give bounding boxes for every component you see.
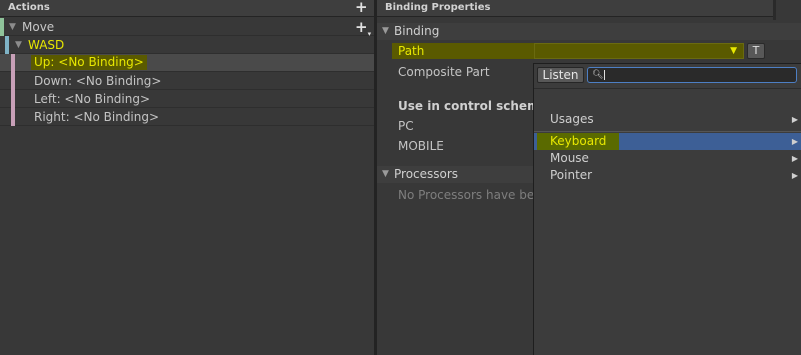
submenu-arrow-icon: ▶ — [791, 137, 798, 146]
actions-panel: Actions + ▼ Move +▾ ▼ WASD Up: <No Bindi… — [0, 0, 374, 355]
expand-triangle-icon[interactable]: ▼ — [15, 36, 22, 54]
binding-label: Down: <No Binding> — [34, 74, 162, 88]
binding-row-down[interactable]: Down: <No Binding> — [0, 72, 374, 90]
action-name: Move — [22, 20, 55, 34]
binding-row-right[interactable]: Right: <No Binding> — [0, 108, 374, 126]
path-label: Path — [398, 44, 425, 58]
scheme-mobile[interactable]: MOBILE — [398, 139, 444, 153]
binding-row-left[interactable]: Left: <No Binding> — [0, 90, 374, 108]
properties-header: Binding Properties — [377, 0, 773, 17]
menu-item-label: Pointer — [550, 168, 593, 182]
menu-divider — [534, 131, 801, 132]
search-icon: 🔍︎ — [592, 70, 604, 80]
collapse-triangle-icon[interactable]: ▼ — [382, 166, 389, 183]
binding-stripe — [11, 108, 15, 126]
scheme-pc[interactable]: PC — [398, 119, 414, 133]
listen-button[interactable]: Listen — [537, 67, 584, 83]
properties-title: Binding Properties — [385, 2, 491, 13]
text-cursor — [604, 70, 605, 80]
path-picker-popup: Listen 🔍︎ Usages ▶ Keyboard ▶ Mouse ▶ Po… — [533, 63, 801, 355]
composite-name: WASD — [28, 38, 65, 52]
menu-item-label: Usages — [550, 112, 594, 126]
expand-triangle-icon[interactable]: ▼ — [9, 18, 16, 36]
submenu-arrow-icon: ▶ — [791, 154, 798, 163]
path-label-highlight: Path — [392, 43, 534, 59]
composite-part-label: Composite Part — [398, 65, 490, 79]
menu-item-label: Mouse — [550, 151, 589, 165]
menu-item-label: Keyboard — [537, 133, 620, 150]
text-mode-toggle-button[interactable]: T — [747, 43, 765, 59]
menu-item-keyboard[interactable]: Keyboard ▶ — [534, 133, 801, 150]
action-stripe — [0, 18, 4, 36]
add-action-map-button[interactable]: + — [355, 0, 368, 15]
binding-row-up[interactable]: Up: <No Binding> — [0, 54, 374, 72]
binding-section-title: Binding — [394, 24, 440, 38]
t-button-label: T — [752, 44, 760, 57]
listen-button-label: Listen — [542, 68, 579, 82]
action-row-move[interactable]: ▼ Move +▾ — [0, 18, 374, 38]
submenu-arrow-icon: ▶ — [791, 115, 798, 124]
binding-stripe — [11, 54, 15, 72]
binding-label: Left: <No Binding> — [34, 92, 151, 106]
submenu-arrow-icon: ▶ — [791, 171, 798, 180]
scrollbar-track[interactable] — [773, 0, 776, 20]
actions-header: Actions — [0, 0, 374, 17]
menu-item-usages[interactable]: Usages ▶ — [534, 111, 801, 128]
processors-empty-text: No Processors have bee — [398, 188, 542, 202]
binding-label: Right: <No Binding> — [34, 110, 160, 124]
menu-item-mouse[interactable]: Mouse ▶ — [534, 150, 801, 167]
binding-section-header[interactable]: ▼ Binding — [377, 23, 801, 40]
binding-label: Up: <No Binding> — [31, 55, 147, 70]
dropdown-arrow-icon: ▼ — [730, 46, 737, 56]
binding-stripe — [11, 90, 15, 108]
binding-stripe — [11, 72, 15, 90]
menu-item-pointer[interactable]: Pointer ▶ — [534, 167, 801, 184]
actions-title: Actions — [8, 2, 50, 13]
collapse-triangle-icon[interactable]: ▼ — [382, 23, 389, 40]
search-divider — [534, 88, 801, 89]
processors-section-title: Processors — [394, 167, 459, 181]
control-scheme-header: Use in control scheme — [398, 99, 548, 113]
search-input[interactable]: 🔍︎ — [587, 67, 797, 83]
composite-row-wasd[interactable]: ▼ WASD — [0, 36, 374, 54]
path-dropdown[interactable]: ▼ — [534, 43, 744, 59]
composite-stripe — [5, 36, 9, 54]
